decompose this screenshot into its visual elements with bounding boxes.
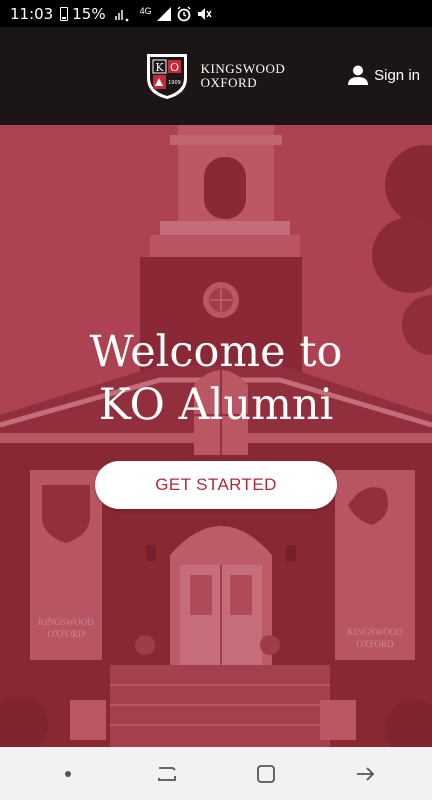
hero-section: KINGSWOOD OXFORD KINGSWOOD OXFORD Welcom… [0, 125, 432, 747]
back-button[interactable] [345, 754, 385, 794]
network-type: 4G [139, 5, 152, 16]
nav-dot-button[interactable] [48, 754, 88, 794]
recents-button[interactable] [147, 754, 187, 794]
battery-icon [60, 6, 69, 21]
crest-icon: K O 1909 [146, 54, 187, 99]
status-time: 11:03 [10, 4, 54, 23]
mute-icon [197, 7, 212, 20]
home-icon [256, 764, 275, 783]
signal-icon [114, 9, 129, 21]
logo-letter-o: O [170, 61, 179, 74]
signal-bars-icon [156, 6, 171, 21]
hero-title-line1: Welcome to [89, 327, 343, 377]
battery-percent: 15% [72, 4, 106, 23]
school-logo[interactable]: K O 1909 KINGSWOOD OXFORD [143, 52, 286, 100]
alarm-icon [177, 5, 191, 21]
logo-letter-k: K [155, 61, 164, 74]
logo-wordmark: KINGSWOOD OXFORD [201, 62, 286, 90]
hero-title: Welcome to KO Alumni [0, 326, 432, 432]
logo-line2: OXFORD [200, 75, 258, 90]
home-dot-icon [64, 770, 71, 777]
recents-icon [157, 766, 176, 781]
app-header: K O 1909 KINGSWOOD OXFORD Sign in [0, 27, 432, 125]
user-icon [348, 65, 369, 85]
logo-line1: KINGSWOOD [200, 61, 286, 76]
system-nav-bar [0, 747, 432, 800]
sign-in-button[interactable]: Sign in [347, 65, 420, 85]
hero-background: KINGSWOOD OXFORD KINGSWOOD OXFORD [0, 125, 432, 747]
get-started-button[interactable]: GET STARTED [95, 461, 337, 509]
home-button[interactable] [246, 754, 286, 794]
back-icon [356, 766, 374, 781]
logo-year: 1909 [168, 80, 181, 86]
status-bar: 11:03 15% 4G [0, 0, 432, 27]
sign-in-label: Sign in [374, 66, 420, 84]
hero-title-line2: KO Alumni [98, 380, 334, 430]
